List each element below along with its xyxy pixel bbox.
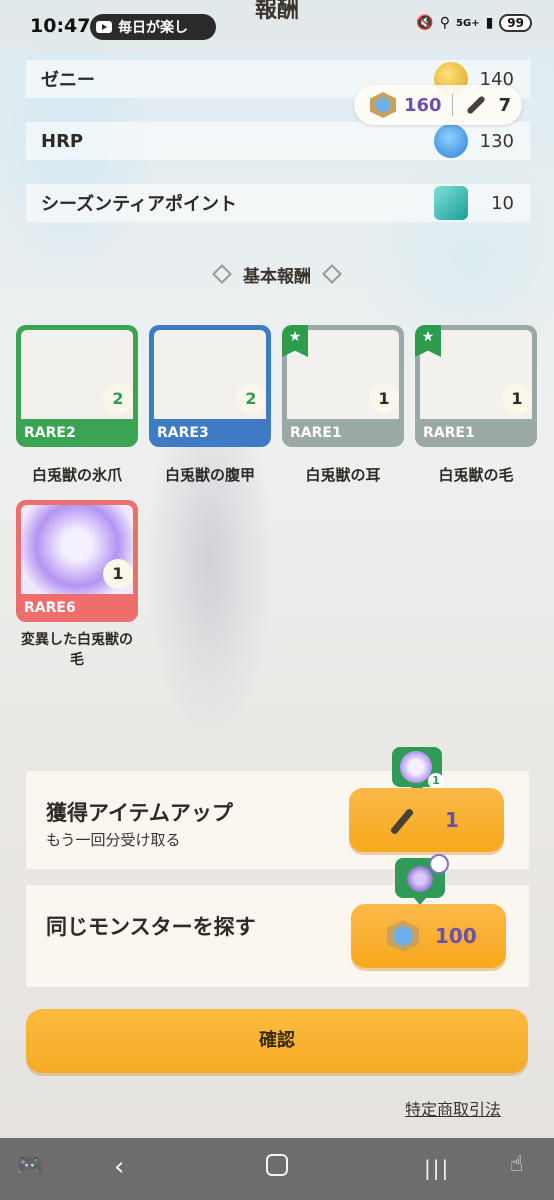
home-icon[interactable] <box>266 1154 288 1176</box>
item-rarity: RARE3 <box>157 425 209 441</box>
item-card[interactable]: 2 RARE2 <box>16 325 138 447</box>
item-quantity: 2 <box>236 384 266 414</box>
item-rarity: RARE2 <box>24 425 76 441</box>
search-title: 同じモンスターを探す <box>46 915 256 939</box>
clock: 10:47 <box>30 15 91 37</box>
confirm-button[interactable]: 確認 <box>26 1009 528 1073</box>
bonus-badge-qty: 1 <box>428 773 444 789</box>
item-rarity: RARE1 <box>423 425 475 441</box>
search-button[interactable]: 100 <box>351 904 506 968</box>
location-icon: ⚲ <box>439 15 451 31</box>
reward-value: 10 <box>491 192 514 214</box>
back-icon[interactable]: ‹ <box>114 1152 124 1182</box>
item-name: 白兎獣の腹甲 <box>164 466 255 484</box>
status-bar: 報酬 10:47 毎日が楽し 🔇 ⚲ 5G+ ▮ 99 <box>0 0 554 52</box>
item-quantity: 2 <box>103 384 133 414</box>
hrp-emblem-icon <box>434 124 468 158</box>
system-icons: 🔇 ⚲ 5G+ ▮ 99 <box>416 14 532 32</box>
divider <box>451 94 453 116</box>
reward-label: HRP <box>41 130 84 152</box>
item-rarity: RARE6 <box>24 600 76 616</box>
section-title: 基本報酬 <box>0 262 554 287</box>
bonus-item-preview: 1 <box>392 747 444 794</box>
game-controller-icon[interactable]: 🎮 <box>16 1154 43 1179</box>
search-monster-preview <box>395 854 449 905</box>
bonus-subtitle: もう一回分受け取る <box>46 831 181 849</box>
mutated-fur-thumb-icon <box>400 751 432 783</box>
signal-icon: ▮ <box>485 15 494 31</box>
mute-icon: 🔇 <box>416 15 434 31</box>
reward-row-hrp: HRP 130 <box>26 122 530 160</box>
monster-thumb-icon <box>407 866 433 892</box>
reward-label: シーズンティアポイント <box>41 194 238 215</box>
item-name-line: 毛 <box>70 652 84 668</box>
item-rarity: RARE1 <box>290 425 342 441</box>
system-nav-bar: 🎮 ‹ ||| ☝ <box>0 1138 554 1200</box>
item-quantity: 1 <box>103 559 133 589</box>
paw-gem-icon <box>387 920 419 952</box>
item-card[interactable]: 2 RARE3 <box>149 325 271 447</box>
season-tier-icon <box>434 186 468 220</box>
item-card[interactable]: 1 RARE6 <box>16 500 138 622</box>
item-card[interactable]: ★ 1 RARE1 <box>282 325 404 447</box>
item-quantity: 1 <box>369 384 399 414</box>
diamond-ornament-icon <box>212 264 232 284</box>
paw-currency-value: 160 <box>404 94 442 116</box>
section-title-text: 基本報酬 <box>243 267 311 287</box>
bonus-title: 獲得アイテムアップ <box>46 801 233 825</box>
notification-text: 毎日が楽し <box>118 20 188 36</box>
touch-lock-icon[interactable]: ☝ <box>510 1152 523 1177</box>
reward-row-season: シーズンティアポイント 10 <box>26 184 530 222</box>
item-quantity: 1 <box>502 384 532 414</box>
legal-link[interactable]: 特定商取引法 <box>405 1096 501 1120</box>
knife-icon <box>465 95 486 115</box>
item-name: 変異した白兎獣の 毛 <box>2 630 152 670</box>
paw-gem-icon <box>370 92 396 118</box>
media-notification-pill[interactable]: 毎日が楽し <box>90 14 216 40</box>
knife-icon <box>389 807 415 836</box>
bonus-button[interactable]: 1 <box>349 788 504 852</box>
item-name: 白兎獣の耳 <box>305 466 381 484</box>
recents-icon[interactable]: ||| <box>424 1156 450 1180</box>
diamond-ornament-icon <box>322 264 342 284</box>
reward-value: 130 <box>479 130 514 152</box>
battery-indicator: 99 <box>499 14 532 32</box>
bonus-cost: 1 <box>445 808 459 832</box>
knife-currency-value: 7 <box>498 94 512 116</box>
swap-icon <box>429 854 449 874</box>
item-name-line: 変異した白兎獣の <box>21 632 133 648</box>
youtube-icon <box>96 21 112 33</box>
item-name: 白兎獣の氷爪 <box>31 466 122 484</box>
network-label: 5G+ <box>456 17 480 29</box>
item-name: 白兎獣の毛 <box>438 466 514 484</box>
reward-label: ゼニー <box>41 70 95 91</box>
item-card[interactable]: ★ 1 RARE1 <box>415 325 537 447</box>
search-cost: 100 <box>435 924 477 948</box>
currency-pill: 160 7 <box>354 85 522 125</box>
